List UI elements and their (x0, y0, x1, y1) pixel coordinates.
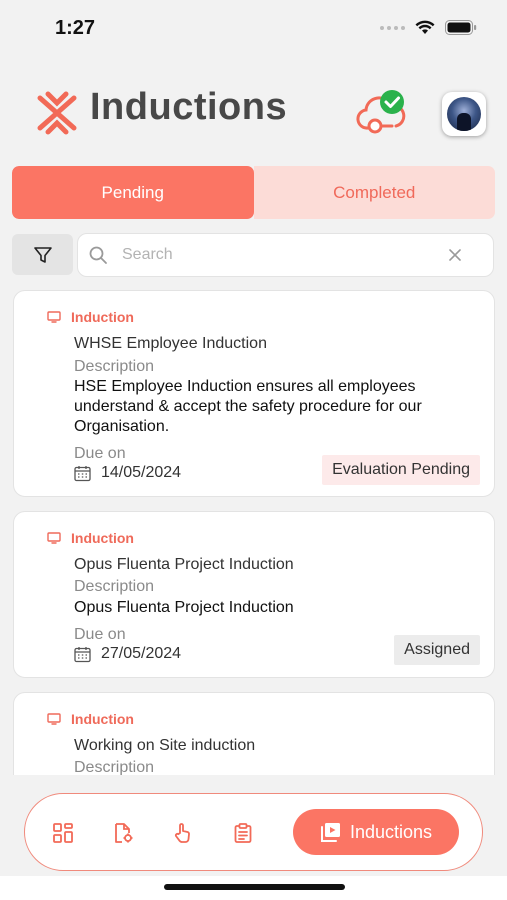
induction-card[interactable]: Induction WHSE Employee Induction Descri… (13, 290, 495, 497)
status-tabs: Pending Completed (12, 166, 495, 219)
card-due: 14/05/2024 (74, 464, 181, 482)
monitor-icon (47, 713, 61, 725)
card-type: Induction (47, 530, 134, 546)
card-due-date: 14/05/2024 (101, 464, 182, 481)
tab-completed[interactable]: Completed (253, 166, 495, 219)
clear-search-icon[interactable] (447, 247, 463, 263)
profile-button[interactable] (442, 92, 486, 136)
card-description-label: Description (74, 759, 155, 775)
card-description-label: Description (74, 358, 155, 375)
card-type: Induction (47, 309, 134, 325)
search-input[interactable] (122, 243, 442, 267)
document-settings-icon (115, 823, 133, 843)
card-type-label: Induction (71, 309, 134, 325)
monitor-icon (47, 311, 61, 323)
card-due: 27/05/2024 (74, 645, 181, 663)
card-due-label: Due on (74, 626, 126, 643)
induction-list[interactable]: Induction WHSE Employee Induction Descri… (0, 289, 507, 775)
status-bar: 1:27 (0, 0, 507, 56)
card-description: HSE Employee Induction ensures all emplo… (74, 378, 422, 435)
card-description-label: Description (74, 578, 155, 595)
card-type-label: Induction (71, 711, 134, 727)
calendar-icon (74, 465, 91, 481)
status-badge: Assigned (394, 635, 480, 665)
bottom-nav: Inductions (24, 793, 483, 871)
card-description: Opus Fluenta Project Induction (74, 599, 294, 616)
monitor-icon (47, 532, 61, 544)
home-indicator[interactable] (164, 884, 345, 890)
card-due-label: Due on (74, 445, 126, 462)
nav-inductions-label: Inductions (349, 821, 433, 842)
wifi-icon (415, 20, 435, 34)
card-type: Induction (47, 711, 134, 727)
induction-card[interactable]: Induction Working on Site induction Desc… (13, 692, 495, 775)
filter-icon (33, 246, 52, 263)
status-icons (380, 20, 477, 35)
page-title: Inductions (90, 86, 288, 128)
nav-inductions[interactable]: Inductions (293, 809, 459, 855)
hand-pointer-icon (175, 823, 190, 843)
cloud-sync-icon (356, 90, 406, 134)
sync-status-button[interactable] (354, 88, 410, 138)
app-logo-icon (37, 91, 77, 135)
card-type-label: Induction (71, 530, 134, 546)
signal-dots-icon (380, 25, 405, 30)
calendar-icon (74, 646, 91, 662)
nav-documents[interactable] (111, 821, 135, 845)
nav-actions[interactable] (171, 821, 195, 845)
nav-dashboard[interactable] (51, 821, 75, 845)
search-icon (89, 246, 107, 264)
card-title: WHSE Employee Induction (74, 335, 267, 352)
clipboard-icon (234, 823, 252, 843)
video-playlist-icon (320, 823, 340, 842)
search-bar (77, 233, 494, 277)
status-badge: Evaluation Pending (322, 455, 480, 485)
battery-icon (445, 20, 477, 35)
filter-button[interactable] (12, 234, 73, 275)
induction-card[interactable]: Induction Opus Fluenta Project Induction… (13, 511, 495, 678)
avatar (447, 97, 481, 131)
header: Inductions (0, 80, 507, 144)
card-title: Opus Fluenta Project Induction (74, 556, 294, 573)
card-title: Working on Site induction (74, 737, 256, 754)
card-due-date: 27/05/2024 (101, 645, 182, 662)
nav-forms[interactable] (231, 821, 255, 845)
dashboard-icon (53, 823, 73, 843)
status-time: 1:27 (55, 17, 96, 39)
tab-pending[interactable]: Pending (12, 166, 254, 219)
